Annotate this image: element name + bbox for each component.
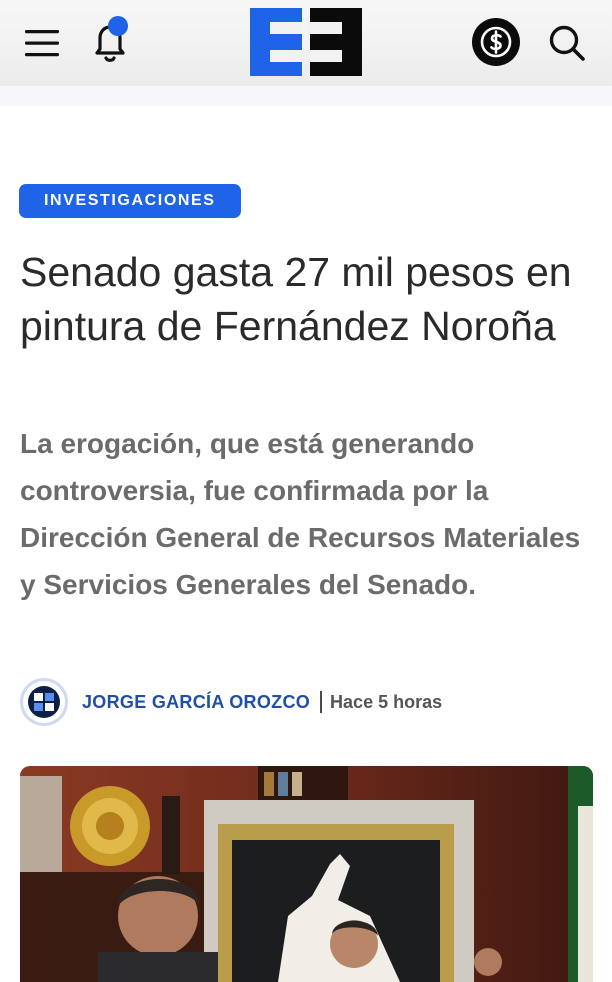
menu-icon[interactable] — [22, 24, 62, 62]
search-icon[interactable] — [544, 20, 590, 66]
byline: JORGE GARCÍA OROZCO Hace 5 horas — [20, 678, 442, 726]
notification-dot — [108, 16, 128, 36]
header-divider — [0, 86, 612, 106]
article-headline: Senado gasta 27 mil pesos en pintura de … — [20, 249, 572, 349]
publish-time: Hace 5 horas — [330, 691, 443, 712]
dollar-coin-icon[interactable] — [470, 16, 522, 68]
article-hero-image[interactable] — [20, 766, 593, 982]
author-avatar[interactable] — [20, 678, 68, 726]
article-dek: La erogación, que está generando controv… — [20, 428, 581, 600]
site-logo[interactable] — [250, 8, 362, 76]
author-name-link[interactable]: JORGE GARCÍA OROZCO — [82, 692, 310, 713]
category-badge[interactable]: INVESTIGACIONES — [19, 184, 241, 218]
byline-separator — [320, 691, 323, 713]
